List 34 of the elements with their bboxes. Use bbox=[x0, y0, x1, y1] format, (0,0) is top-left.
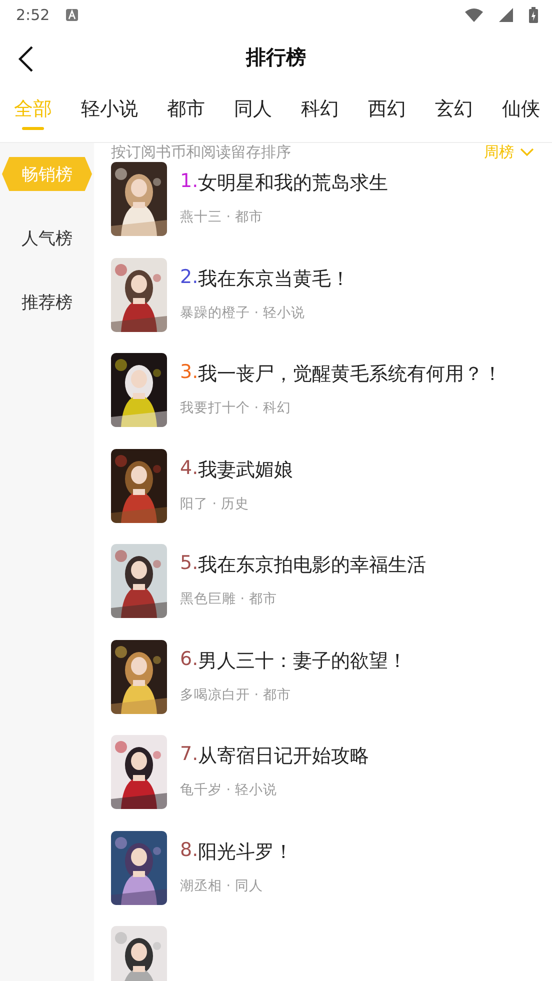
book-title[interactable]: 8.阳光斗罗！ bbox=[180, 838, 294, 864]
status-time: 2:52 bbox=[16, 6, 50, 24]
category-tab[interactable]: 轻小说 bbox=[81, 84, 138, 130]
book-meta: 潮丞相 · 同人 bbox=[180, 876, 264, 894]
book-meta: 暴躁的橙子 · 轻小说 bbox=[180, 304, 306, 322]
category-tab[interactable]: 同人 bbox=[234, 84, 272, 130]
wifi-icon bbox=[465, 8, 483, 22]
book-title[interactable]: 2.我在东京当黄毛！ bbox=[180, 266, 350, 292]
signal-icon bbox=[499, 8, 513, 22]
category-tab[interactable]: 都市 bbox=[167, 84, 205, 130]
book-meta: 燕十三 · 都市 bbox=[180, 208, 264, 226]
book-title[interactable]: 7.从寄宿日记开始攻略 bbox=[180, 743, 370, 769]
keyboard-icon bbox=[66, 9, 78, 21]
battery-icon bbox=[529, 7, 538, 23]
book-meta: 黑色巨雕 · 都市 bbox=[180, 590, 278, 608]
book-meta: 阳了 · 历史 bbox=[180, 494, 250, 512]
chevron-down-icon bbox=[520, 148, 534, 157]
ranking-type-tab[interactable]: 人气榜 bbox=[2, 221, 92, 255]
category-tab[interactable]: 仙侠 bbox=[502, 84, 540, 130]
book-title[interactable]: 5.我在东京拍电影的幸福生活 bbox=[180, 552, 426, 578]
page-title: 排行榜 bbox=[246, 44, 306, 70]
book-title[interactable]: 1.女明星和我的荒岛求生 bbox=[180, 170, 388, 196]
category-tab[interactable]: 玄幻 bbox=[435, 84, 473, 130]
book-title[interactable]: 6.男人三十：妻子的欲望！ bbox=[180, 648, 408, 674]
back-icon bbox=[18, 46, 34, 72]
book-meta: 龟千岁 · 轻小说 bbox=[180, 781, 278, 799]
sort-description: 按订阅书币和阅读留存排序 bbox=[111, 143, 292, 162]
book-meta: 多喝凉白开 · 都市 bbox=[180, 686, 292, 704]
category-tab[interactable]: 科幻 bbox=[301, 84, 339, 130]
book-title[interactable]: 3.我一丧尸，觉醒黄毛系统有何用？！ bbox=[180, 361, 502, 387]
category-tab[interactable]: 西幻 bbox=[368, 84, 406, 130]
ranking-type-tab[interactable]: 推荐榜 bbox=[2, 285, 92, 319]
book-title[interactable]: 4.我妻武媚娘 bbox=[180, 456, 294, 482]
book-meta: 我要打十个 · 科幻 bbox=[180, 399, 292, 417]
